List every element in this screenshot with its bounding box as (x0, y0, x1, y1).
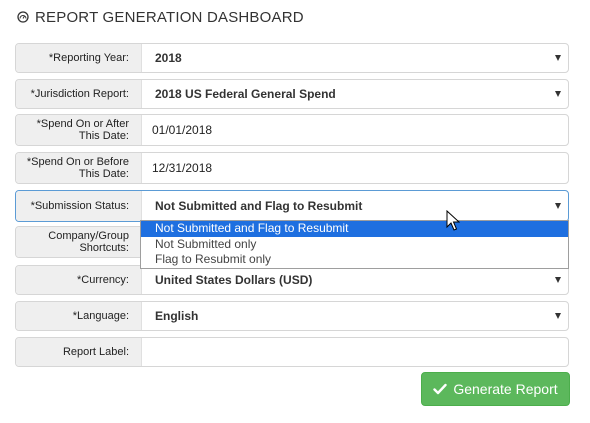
chevron-down-icon (555, 277, 561, 283)
generate-report-button[interactable]: Generate Report (421, 372, 570, 406)
reporting-year-row: *Reporting Year: 2018 (15, 43, 569, 73)
check-icon (433, 383, 448, 395)
dropdown-option[interactable]: Not Submitted only (141, 237, 568, 253)
currency-row: *Currency: United States Dollars (USD) (15, 265, 569, 295)
language-label: *Language: (16, 302, 142, 330)
generate-report-label: Generate Report (453, 381, 558, 397)
language-value: English (155, 309, 199, 323)
submission-status-select[interactable]: Not Submitted and Flag to Resubmit (142, 191, 568, 221)
spend-after-row: *Spend On or After This Date: 01/01/2018 (15, 114, 569, 146)
submission-status-value: Not Submitted and Flag to Resubmit (155, 199, 363, 213)
report-label-label: Report Label: (16, 338, 142, 366)
company-group-label: Company/Group Shortcuts: (16, 227, 142, 257)
spend-before-label-line1: *Spend On or Before (26, 156, 129, 168)
report-label-input[interactable] (142, 338, 568, 366)
chevron-down-icon (555, 91, 561, 97)
jurisdiction-report-label: *Jurisdiction Report: (16, 80, 142, 108)
submission-status-label: *Submission Status: (16, 191, 142, 221)
chevron-down-icon (555, 203, 561, 209)
chevron-down-icon (555, 313, 561, 319)
gauge-icon (17, 11, 29, 23)
reporting-year-label: *Reporting Year: (16, 44, 142, 72)
reporting-year-value: 2018 (155, 51, 182, 65)
spend-after-label: *Spend On or After This Date: (16, 115, 142, 145)
spend-before-label: *Spend On or Before This Date: (16, 153, 142, 183)
language-row: *Language: English (15, 301, 569, 331)
submission-status-dropdown: Not Submitted and Flag to Resubmit Not S… (140, 220, 569, 269)
spend-after-value: 01/01/2018 (152, 123, 213, 137)
company-group-label-line2: Shortcuts: (79, 242, 129, 254)
jurisdiction-report-select[interactable]: 2018 US Federal General Spend (142, 80, 568, 108)
spend-after-label-line1: *Spend On or After (36, 118, 129, 130)
spend-before-value: 12/31/2018 (152, 161, 213, 175)
reporting-year-select[interactable]: 2018 (142, 44, 568, 72)
report-label-row: Report Label: (15, 337, 569, 367)
submission-status-row: *Submission Status: Not Submitted and Fl… (15, 190, 569, 222)
dropdown-option[interactable]: Flag to Resubmit only (141, 252, 568, 268)
spend-before-row: *Spend On or Before This Date: 12/31/201… (15, 152, 569, 184)
currency-select[interactable]: United States Dollars (USD) (142, 266, 568, 294)
language-select[interactable]: English (142, 302, 568, 330)
dropdown-option[interactable]: Not Submitted and Flag to Resubmit (141, 221, 568, 237)
spend-before-label-line2: This Date: (78, 168, 129, 180)
spend-after-label-line2: This Date: (78, 130, 129, 142)
chevron-down-icon (555, 55, 561, 61)
page-title: REPORT GENERATION DASHBOARD (17, 7, 304, 27)
page-title-text: REPORT GENERATION DASHBOARD (35, 8, 304, 26)
currency-value: United States Dollars (USD) (155, 273, 313, 287)
mouse-cursor-icon (446, 210, 460, 231)
company-group-label-line1: Company/Group (48, 230, 129, 242)
jurisdiction-report-row: *Jurisdiction Report: 2018 US Federal Ge… (15, 79, 569, 109)
spend-before-date-input[interactable]: 12/31/2018 (142, 153, 568, 183)
jurisdiction-report-value: 2018 US Federal General Spend (155, 87, 336, 101)
spend-after-date-input[interactable]: 01/01/2018 (142, 115, 568, 145)
currency-label: *Currency: (16, 266, 142, 294)
